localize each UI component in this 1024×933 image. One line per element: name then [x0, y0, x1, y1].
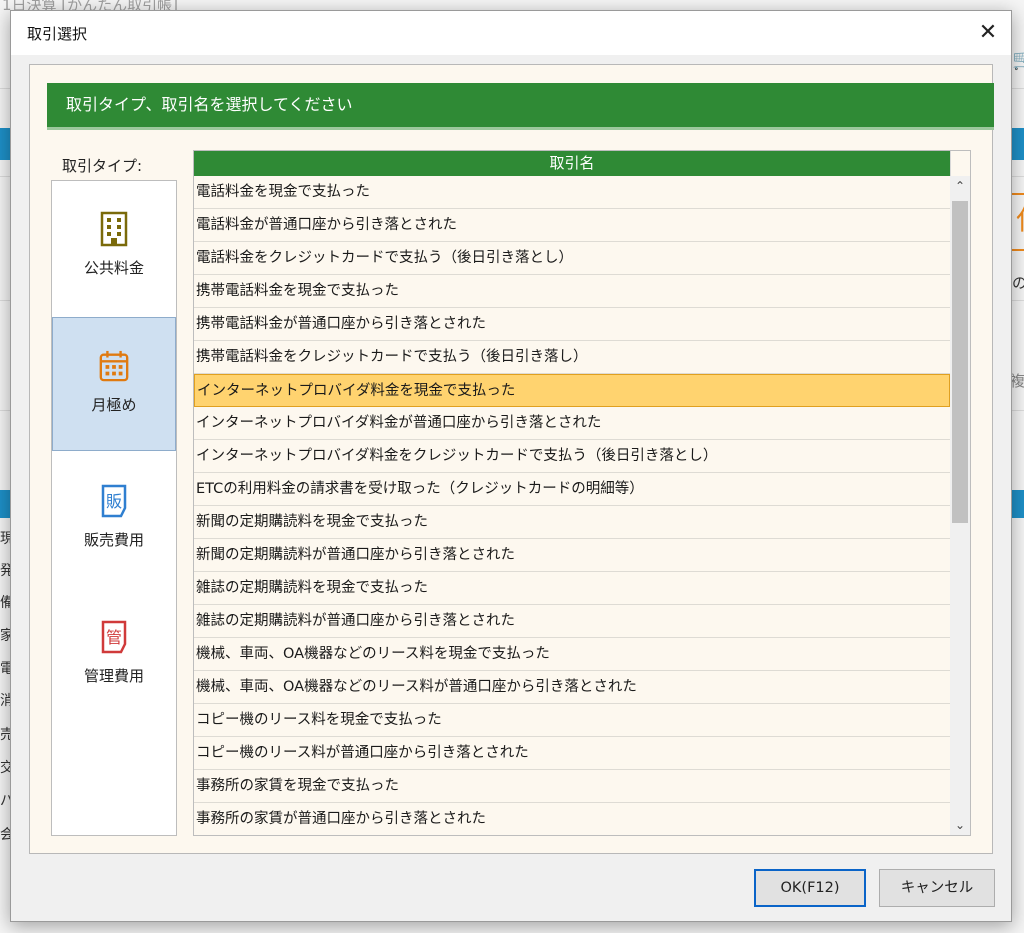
background-text-fragment: の — [1012, 274, 1024, 292]
type-button-label: 月極め — [91, 396, 137, 414]
transaction-row[interactable]: 携帯電話料金が普通口座から引き落とされた — [194, 308, 950, 341]
sales-kanji-icon: 販 — [101, 484, 127, 518]
management-kanji-icon: 管 — [101, 620, 127, 654]
background-text-fragment: 複 — [1010, 372, 1024, 390]
background-orange-button: 仕 — [1010, 193, 1024, 251]
type-button-monthly[interactable]: 月極め — [52, 317, 176, 451]
transaction-rows: 電話料金を現金で支払った 電話料金が普通口座から引き落とされた 電話料金をクレジット… — [194, 176, 950, 835]
transaction-row[interactable]: 機械、車両、OA機器などのリース料が普通口座から引き落とされた — [194, 671, 950, 704]
transaction-row[interactable]: インターネットプロバイダ料金が普通口座から引き落とされた — [194, 407, 950, 440]
transaction-type-panel: 公共料金 月極め 販 販売費用 管 管理費用 — [51, 180, 177, 836]
transaction-row[interactable]: 雑誌の定期購読料が普通口座から引き落とされた — [194, 605, 950, 638]
transaction-row[interactable]: 電話料金を現金で支払った — [194, 176, 950, 209]
list-scrollbar[interactable]: ⌃ ⌄ — [950, 176, 970, 835]
transaction-row[interactable]: インターネットプロバイダ料金をクレジットカードで支払う（後日引き落とし） — [194, 440, 950, 473]
transaction-row[interactable]: コピー機のリース料を現金で支払った — [194, 704, 950, 737]
type-button-label: 販売費用 — [83, 531, 144, 549]
dialog-title: 取引選択 — [27, 25, 88, 43]
type-button-sales-expense[interactable]: 販 販売費用 — [52, 453, 176, 587]
scroll-thumb[interactable] — [952, 201, 968, 523]
transaction-row[interactable]: 機械、車両、OA機器などのリース料を現金で支払った — [194, 638, 950, 671]
transaction-list: 取引名 電話料金を現金で支払った 電話料金が普通口座から引き落とされた 電話料金をク… — [193, 150, 971, 836]
type-button-admin-expense[interactable]: 管 管理費用 — [52, 589, 176, 723]
type-button-utilities[interactable]: 公共料金 — [52, 181, 176, 315]
svg-text:販: 販 — [106, 492, 122, 511]
close-icon[interactable]: ✕ — [965, 11, 1011, 55]
dialog-content: 取引タイプ、取引名を選択してください 取引タイプ: 公共料金 月極め 販 販売費… — [29, 64, 994, 854]
transaction-row[interactable]: ETCの利用料金の請求書を受け取った（クレジットカードの明細等） — [194, 473, 950, 506]
ok-button[interactable]: OK(F12) — [754, 869, 866, 907]
scroll-up-icon[interactable]: ⌃ — [950, 176, 970, 196]
transaction-row[interactable]: インターネットプロバイダ料金を現金で支払った — [194, 374, 950, 407]
transaction-row[interactable]: コピー機のリース料が普通口座から引き落とされた — [194, 737, 950, 770]
dialog-titlebar: 取引選択 ✕ — [11, 11, 1011, 55]
cancel-button[interactable]: キャンセル — [879, 869, 995, 907]
transaction-row[interactable]: 電話料金が普通口座から引き落とされた — [194, 209, 950, 242]
svg-text:管: 管 — [106, 628, 122, 647]
list-column-header: 取引名 — [194, 151, 950, 176]
type-button-label: 公共料金 — [83, 259, 144, 277]
transaction-row[interactable]: 携帯電話料金を現金で支払った — [194, 275, 950, 308]
transaction-type-label: 取引タイプ: — [62, 157, 143, 175]
transaction-row[interactable]: 新聞の定期購読料を現金で支払った — [194, 506, 950, 539]
instruction-banner: 取引タイプ、取引名を選択してください — [47, 83, 994, 130]
cart-icon: 🛒 — [1012, 47, 1024, 71]
building-icon — [100, 211, 128, 247]
transaction-row[interactable]: 雑誌の定期購読料を現金で支払った — [194, 572, 950, 605]
transaction-row[interactable]: 事務所の家賃を現金で支払った — [194, 770, 950, 803]
transaction-row[interactable]: 事務所の家賃が普通口座から引き落とされた — [194, 803, 950, 835]
scroll-down-icon[interactable]: ⌄ — [950, 815, 970, 835]
calendar-icon — [99, 350, 129, 382]
transaction-row[interactable]: 新聞の定期購読料が普通口座から引き落とされた — [194, 539, 950, 572]
transaction-row[interactable]: 携帯電話料金をクレジットカードで支払う（後日引き落し） — [194, 341, 950, 374]
type-button-label: 管理費用 — [83, 667, 144, 685]
transaction-row[interactable]: 電話料金をクレジットカードで支払う（後日引き落とし） — [194, 242, 950, 275]
list-header-corner — [950, 151, 970, 176]
transaction-select-dialog: 取引選択 ✕ 取引タイプ、取引名を選択してください 取引タイプ: 公共料金 月極… — [10, 10, 1012, 922]
